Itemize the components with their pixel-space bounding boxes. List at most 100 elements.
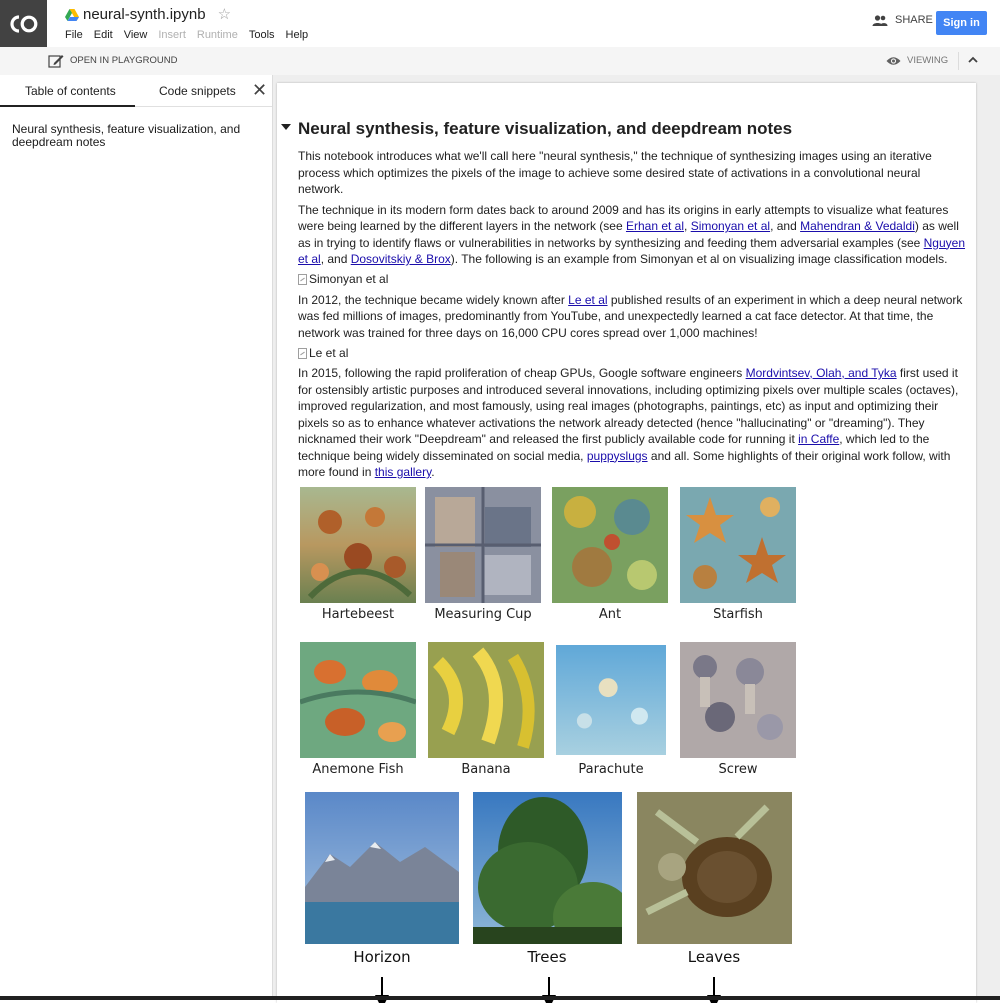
gallery-tile-hartebeest: Hartebeest [300, 487, 416, 608]
paragraph-intro: This notebook introduces what we'll call… [298, 148, 966, 198]
toolbar: OPEN IN PLAYGROUND VIEWING [0, 47, 1000, 75]
section-collapse-icon[interactable] [281, 124, 291, 130]
caption-banana: Banana [416, 762, 556, 779]
text: , [684, 219, 691, 233]
link-le[interactable]: Le et al [568, 293, 607, 307]
hartebeest-image [300, 487, 416, 603]
trees-image [473, 792, 622, 944]
gallery-tile-horizon [305, 792, 459, 949]
image-alt-text: Simonyan et al [309, 271, 388, 288]
link-simonyan[interactable]: Simonyan et al [691, 219, 770, 233]
paragraph-2015: In 2015, following the rapid proliferati… [298, 365, 966, 481]
tab-table-of-contents[interactable]: Table of contents [25, 84, 116, 98]
people-icon [872, 15, 888, 26]
link-caffe[interactable]: in Caffe [798, 432, 839, 446]
anemone-fish-image [300, 642, 416, 758]
close-icon[interactable]: ✕ [252, 80, 267, 100]
text: . [431, 465, 434, 479]
caption-screw: Screw [668, 762, 808, 779]
menu-help[interactable]: Help [286, 28, 309, 42]
broken-image-le: Le et al [298, 345, 966, 361]
link-mahendran[interactable]: Mahendran & Vedaldi [800, 219, 915, 233]
broken-image-icon [298, 274, 307, 285]
menu-file[interactable]: File [65, 28, 83, 42]
menu-insert[interactable]: Insert [158, 28, 186, 42]
caption-ant: Ant [540, 607, 680, 624]
starfish-image [680, 487, 796, 603]
link-dosovitskiy[interactable]: Dosovitskiy & Brox [351, 252, 451, 266]
caption-hartebeest: Hartebeest [288, 607, 428, 624]
broken-image-simonyan: Simonyan et al [298, 272, 966, 288]
link-erhan[interactable]: Erhan et al [626, 219, 684, 233]
gallery-tile-trees [473, 792, 622, 949]
collapse-header-icon[interactable] [968, 54, 978, 66]
colab-logo[interactable] [0, 0, 47, 47]
menu-edit[interactable]: Edit [94, 28, 113, 42]
text: , and [770, 219, 800, 233]
horizon-image [305, 792, 459, 944]
sidebar: Table of contents Code snippets ✕ Neural… [0, 75, 273, 1000]
google-drive-icon [65, 9, 79, 21]
broken-image-icon [298, 348, 307, 359]
viewing-label: VIEWING [907, 55, 948, 66]
viewing-status[interactable]: VIEWING [886, 55, 948, 66]
playground-label: OPEN IN PLAYGROUND [70, 55, 178, 66]
toc-item[interactable]: Neural synthesis, feature visualization,… [12, 123, 242, 149]
notebook-title[interactable]: neural-synth.ipynb [83, 5, 206, 25]
cell-content: Neural synthesis, feature visualization,… [298, 118, 966, 1003]
caption-starfish: Starfish [668, 607, 808, 624]
star-icon[interactable]: ☆ [218, 5, 231, 25]
leaves-image [637, 792, 792, 944]
notebook-area: Neural synthesis, feature visualization,… [273, 75, 1000, 1000]
title-row: neural-synth.ipynb ☆ [65, 5, 231, 25]
share-label: SHARE [895, 14, 933, 26]
text-cell[interactable]: Neural synthesis, feature visualization,… [277, 83, 976, 1003]
banana-image [428, 642, 544, 758]
screw-image [680, 642, 796, 758]
open-in-playground-button[interactable]: OPEN IN PLAYGROUND [48, 53, 178, 68]
text: ). The following is an example from Simo… [451, 252, 948, 266]
sign-in-button[interactable]: Sign in [936, 11, 987, 35]
gallery-tile-starfish: Starfish [680, 487, 796, 608]
deepdream-gallery: Hartebeest Measuring Cup [298, 487, 966, 1003]
menu-view[interactable]: View [124, 28, 148, 42]
link-mordvintsev[interactable]: Mordvintsev, Olah, and Tyka [746, 366, 897, 380]
text: In 2012, the technique became widely kno… [298, 293, 568, 307]
caption-anemone-fish: Anemone Fish [288, 762, 428, 779]
menubar: File Edit View Insert Runtime Tools Help [65, 28, 319, 42]
gallery-tile-banana: Banana [428, 642, 544, 763]
active-tab-indicator [0, 105, 135, 107]
caption-trees: Trees [469, 949, 625, 966]
gallery-tile-measuring-cup: Measuring Cup [425, 487, 541, 608]
gallery-tile-screw: Screw [680, 642, 796, 763]
link-puppyslugs[interactable]: puppyslugs [587, 449, 648, 463]
measuring-cup-image [425, 487, 541, 603]
paragraph-history: The technique in its modern form dates b… [298, 202, 966, 268]
sidebar-tabs: Table of contents Code snippets ✕ [0, 75, 272, 107]
toolbar-divider [958, 52, 959, 70]
paragraph-2012: In 2012, the technique became widely kno… [298, 292, 966, 342]
caption-horizon: Horizon [304, 949, 460, 966]
gallery-tile-anemone-fish: Anemone Fish [300, 642, 416, 763]
ant-image [552, 487, 668, 603]
colab-logo-icon [8, 14, 40, 34]
menu-tools[interactable]: Tools [249, 28, 275, 42]
tab-code-snippets[interactable]: Code snippets [159, 84, 236, 98]
menu-runtime[interactable]: Runtime [197, 28, 238, 42]
share-button[interactable]: SHARE [872, 14, 933, 26]
text: In 2015, following the rapid proliferati… [298, 366, 746, 380]
edit-playground-icon [48, 53, 64, 68]
caption-leaves: Leaves [636, 949, 792, 966]
section-heading: Neural synthesis, feature visualization,… [298, 118, 966, 140]
bottom-bar [0, 996, 1000, 1000]
caption-measuring-cup: Measuring Cup [413, 607, 553, 624]
link-gallery[interactable]: this gallery [375, 465, 431, 479]
eye-icon [886, 56, 901, 66]
gallery-tile-ant: Ant [552, 487, 668, 608]
caption-parachute: Parachute [541, 762, 681, 779]
text: , and [321, 252, 351, 266]
gallery-tile-leaves [637, 792, 792, 949]
gallery-tile-parachute: Parachute [556, 642, 666, 763]
parachute-image [556, 642, 666, 758]
image-alt-text: Le et al [309, 345, 348, 362]
